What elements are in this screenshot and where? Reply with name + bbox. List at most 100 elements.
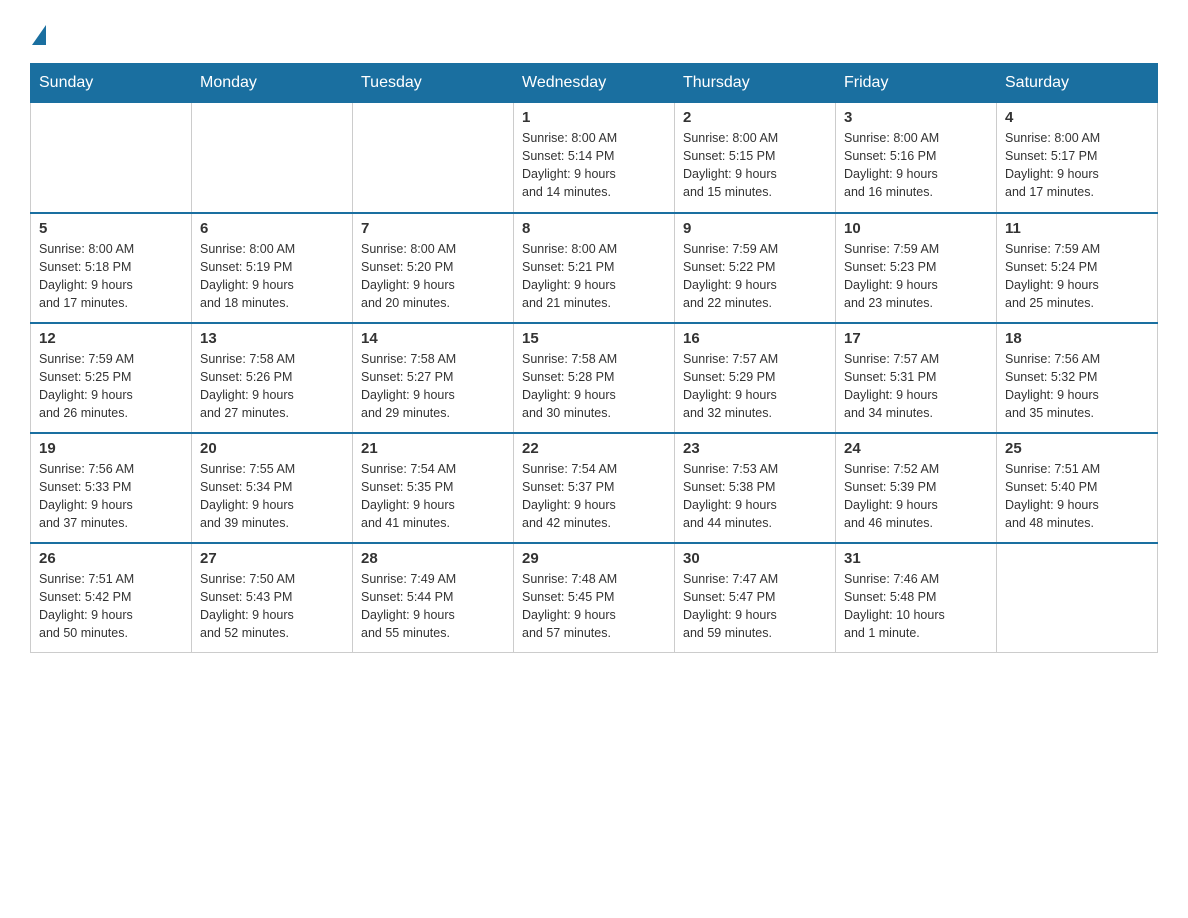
header-day: Saturday [997,64,1158,103]
calendar-cell: 2 Sunrise: 8:00 AM Sunset: 5:15 PM Daylig… [675,103,836,213]
calendar-cell: 7 Sunrise: 8:00 AM Sunset: 5:20 PM Daylig… [353,213,514,323]
calendar-week-row: 19 Sunrise: 7:56 AM Sunset: 5:33 PM Dayli… [31,433,1158,543]
calendar-week-row: 5 Sunrise: 8:00 AM Sunset: 5:18 PM Daylig… [31,213,1158,323]
day-number: 20 [200,440,344,457]
calendar-cell: 25Sunrise: 7:51 AM Sunset: 5:40 PM Dayli… [997,433,1158,543]
calendar-week-row: 26 Sunrise: 7:51 AM Sunset: 5:42 PM Dayli… [31,543,1158,653]
header-day: Tuesday [353,64,514,103]
header-row: SundayMondayTuesdayWednesdayThursdayFrid… [31,64,1158,103]
header-day: Thursday [675,64,836,103]
header-day: Wednesday [514,64,675,103]
day-number: 3 [844,109,988,126]
day-info: Sunrise: 7:59 AM Sunset: 5:23 PM Dayligh… [844,240,988,313]
day-info: Sunrise: 7:52 AM Sunset: 5:39 PM Dayligh… [844,460,988,533]
calendar-cell: 9 Sunrise: 7:59 AM Sunset: 5:22 PM Daylig… [675,213,836,323]
day-info: Sunrise: 7:51 AM Sunset: 5:40 PM Dayligh… [1005,460,1149,533]
day-info: Sunrise: 8:00 AM Sunset: 5:19 PM Dayligh… [200,240,344,313]
day-number: 11 [1005,220,1149,237]
day-info: Sunrise: 7:56 AM Sunset: 5:33 PM Dayligh… [39,460,183,533]
day-number: 13 [200,330,344,347]
calendar-cell: 31 Sunrise: 7:46 AM Sunset: 5:48 PM Dayli… [836,543,997,653]
day-number: 24 [844,440,988,457]
day-info: Sunrise: 7:56 AM Sunset: 5:32 PM Dayligh… [1005,350,1149,423]
day-info: Sunrise: 7:53 AM Sunset: 5:38 PM Dayligh… [683,460,827,533]
day-info: Sunrise: 7:58 AM Sunset: 5:28 PM Dayligh… [522,350,666,423]
calendar-cell: 11 Sunrise: 7:59 AM Sunset: 5:24 PM Dayli… [997,213,1158,323]
calendar-cell [31,103,192,213]
day-info: Sunrise: 7:51 AM Sunset: 5:42 PM Dayligh… [39,570,183,643]
day-info: Sunrise: 8:00 AM Sunset: 5:15 PM Dayligh… [683,129,827,202]
day-info: Sunrise: 8:00 AM Sunset: 5:18 PM Dayligh… [39,240,183,313]
calendar-cell: 13 Sunrise: 7:58 AM Sunset: 5:26 PM Dayli… [192,323,353,433]
calendar-cell: 27Sunrise: 7:50 AM Sunset: 5:43 PM Dayli… [192,543,353,653]
day-info: Sunrise: 7:59 AM Sunset: 5:22 PM Dayligh… [683,240,827,313]
logo [30,20,46,43]
calendar-cell: 4 Sunrise: 8:00 AM Sunset: 5:17 PM Daylig… [997,103,1158,213]
calendar-cell: 26 Sunrise: 7:51 AM Sunset: 5:42 PM Dayli… [31,543,192,653]
calendar-cell: 6 Sunrise: 8:00 AM Sunset: 5:19 PM Daylig… [192,213,353,323]
calendar-cell: 15 Sunrise: 7:58 AM Sunset: 5:28 PM Dayli… [514,323,675,433]
calendar-cell: 20 Sunrise: 7:55 AM Sunset: 5:34 PM Dayli… [192,433,353,543]
calendar-cell: 16Sunrise: 7:57 AM Sunset: 5:29 PM Dayli… [675,323,836,433]
header-day: Monday [192,64,353,103]
day-number: 21 [361,440,505,457]
calendar-cell: 14Sunrise: 7:58 AM Sunset: 5:27 PM Dayli… [353,323,514,433]
calendar-cell: 30 Sunrise: 7:47 AM Sunset: 5:47 PM Dayli… [675,543,836,653]
day-info: Sunrise: 7:49 AM Sunset: 5:44 PM Dayligh… [361,570,505,643]
calendar-week-row: 12Sunrise: 7:59 AM Sunset: 5:25 PM Dayli… [31,323,1158,433]
page-header [30,20,1158,43]
day-number: 8 [522,220,666,237]
day-number: 12 [39,330,183,347]
day-number: 6 [200,220,344,237]
day-number: 2 [683,109,827,126]
day-info: Sunrise: 7:57 AM Sunset: 5:29 PM Dayligh… [683,350,827,423]
day-info: Sunrise: 8:00 AM Sunset: 5:20 PM Dayligh… [361,240,505,313]
calendar-cell [997,543,1158,653]
day-info: Sunrise: 7:54 AM Sunset: 5:35 PM Dayligh… [361,460,505,533]
calendar-cell: 10 Sunrise: 7:59 AM Sunset: 5:23 PM Dayli… [836,213,997,323]
day-number: 17 [844,330,988,347]
day-number: 7 [361,220,505,237]
day-number: 5 [39,220,183,237]
day-info: Sunrise: 7:46 AM Sunset: 5:48 PM Dayligh… [844,570,988,643]
day-info: Sunrise: 7:57 AM Sunset: 5:31 PM Dayligh… [844,350,988,423]
day-info: Sunrise: 7:58 AM Sunset: 5:27 PM Dayligh… [361,350,505,423]
calendar-cell: 23 Sunrise: 7:53 AM Sunset: 5:38 PM Dayli… [675,433,836,543]
calendar-cell: 24 Sunrise: 7:52 AM Sunset: 5:39 PM Dayli… [836,433,997,543]
day-number: 19 [39,440,183,457]
calendar-cell: 21 Sunrise: 7:54 AM Sunset: 5:35 PM Dayli… [353,433,514,543]
day-info: Sunrise: 7:50 AM Sunset: 5:43 PM Dayligh… [200,570,344,643]
calendar-cell [192,103,353,213]
calendar-cell: 28 Sunrise: 7:49 AM Sunset: 5:44 PM Dayli… [353,543,514,653]
day-number: 9 [683,220,827,237]
day-number: 29 [522,550,666,567]
day-number: 18 [1005,330,1149,347]
calendar-cell: 8 Sunrise: 8:00 AM Sunset: 5:21 PM Daylig… [514,213,675,323]
day-number: 4 [1005,109,1149,126]
day-info: Sunrise: 7:58 AM Sunset: 5:26 PM Dayligh… [200,350,344,423]
calendar-cell: 19 Sunrise: 7:56 AM Sunset: 5:33 PM Dayli… [31,433,192,543]
day-info: Sunrise: 8:00 AM Sunset: 5:17 PM Dayligh… [1005,129,1149,202]
day-info: Sunrise: 7:54 AM Sunset: 5:37 PM Dayligh… [522,460,666,533]
calendar-week-row: 1 Sunrise: 8:00 AM Sunset: 5:14 PM Daylig… [31,103,1158,213]
day-number: 23 [683,440,827,457]
calendar-cell: 1 Sunrise: 8:00 AM Sunset: 5:14 PM Daylig… [514,103,675,213]
day-number: 31 [844,550,988,567]
day-number: 28 [361,550,505,567]
calendar-table: SundayMondayTuesdayWednesdayThursdayFrid… [30,63,1158,653]
day-info: Sunrise: 8:00 AM Sunset: 5:14 PM Dayligh… [522,129,666,202]
day-info: Sunrise: 8:00 AM Sunset: 5:16 PM Dayligh… [844,129,988,202]
day-number: 26 [39,550,183,567]
day-number: 10 [844,220,988,237]
day-info: Sunrise: 7:47 AM Sunset: 5:47 PM Dayligh… [683,570,827,643]
day-info: Sunrise: 8:00 AM Sunset: 5:21 PM Dayligh… [522,240,666,313]
day-info: Sunrise: 7:55 AM Sunset: 5:34 PM Dayligh… [200,460,344,533]
day-number: 1 [522,109,666,126]
calendar-cell: 3 Sunrise: 8:00 AM Sunset: 5:16 PM Daylig… [836,103,997,213]
calendar-cell: 5 Sunrise: 8:00 AM Sunset: 5:18 PM Daylig… [31,213,192,323]
day-info: Sunrise: 7:48 AM Sunset: 5:45 PM Dayligh… [522,570,666,643]
calendar-cell: 29 Sunrise: 7:48 AM Sunset: 5:45 PM Dayli… [514,543,675,653]
day-number: 30 [683,550,827,567]
day-number: 15 [522,330,666,347]
day-info: Sunrise: 7:59 AM Sunset: 5:24 PM Dayligh… [1005,240,1149,313]
